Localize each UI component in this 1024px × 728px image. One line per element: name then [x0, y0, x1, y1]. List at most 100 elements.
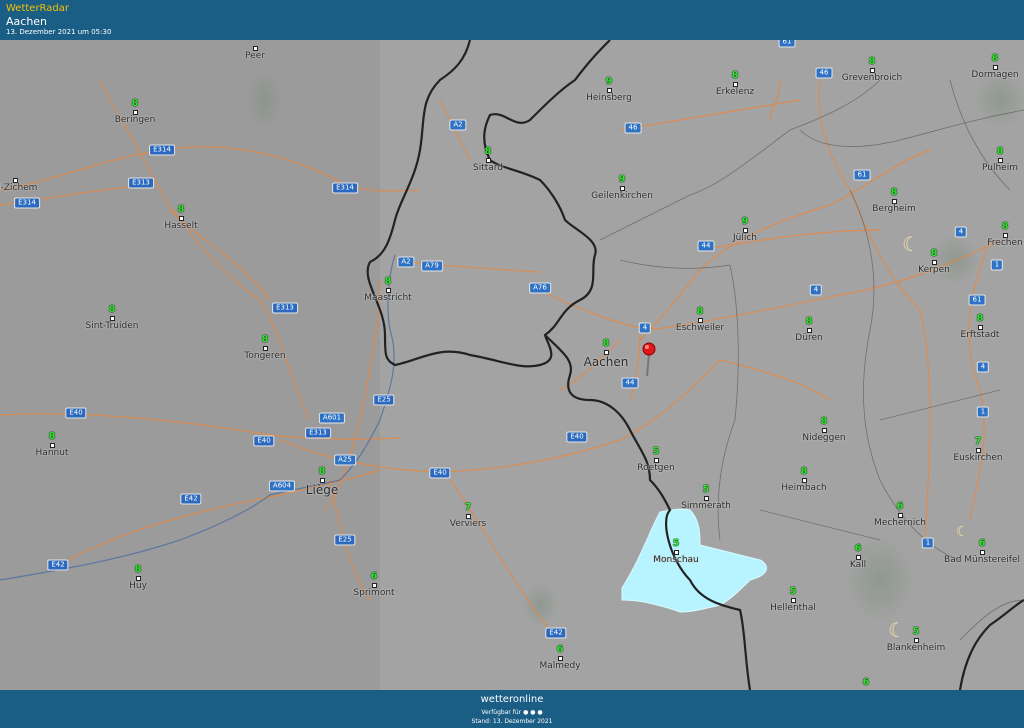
city-label[interactable]: Jülich — [733, 233, 757, 243]
city-label[interactable]: Düren — [795, 333, 822, 343]
temperature-label: 8 — [976, 313, 984, 324]
city-label[interactable]: Sittard — [473, 163, 503, 173]
road-shield: 1 — [990, 259, 1004, 271]
city-label[interactable]: Grevenbroich — [842, 73, 902, 83]
city-label[interactable]: Hellenthal — [770, 603, 816, 613]
location-pin-icon[interactable] — [642, 342, 658, 378]
moon-icon: ☾ — [956, 524, 969, 540]
temperature-label: 5 — [789, 586, 797, 597]
temperature-label: 7 — [464, 502, 472, 513]
road-shield: 1 — [921, 537, 935, 549]
city-label[interactable]: Sprimont — [353, 588, 394, 598]
temperature-label: 8 — [696, 306, 704, 317]
road-shield: 61 — [778, 40, 796, 48]
road-shield: 46 — [815, 67, 833, 79]
temperature-label: 8 — [890, 187, 898, 198]
temperature-label: 8 — [131, 98, 139, 109]
city-label[interactable]: Maastricht — [364, 293, 411, 303]
city-label[interactable]: Roetgen — [637, 463, 674, 473]
moon-icon: ☾ — [902, 232, 920, 256]
road-shield: 1 — [976, 406, 990, 418]
road-shield: E25 — [373, 394, 395, 406]
temperature-label: 8 — [800, 466, 808, 477]
road-shield: E313 — [305, 427, 331, 439]
city-label[interactable]: Hannut — [36, 448, 69, 458]
road-shield: 44 — [697, 240, 715, 252]
city-label[interactable]: Erftstadt — [961, 330, 1000, 340]
temperature-label: 8 — [996, 146, 1004, 157]
road-shield: 61 — [853, 169, 871, 181]
city-label[interactable]: el-Zichem — [0, 183, 37, 193]
temperature-label: 8 — [602, 338, 610, 349]
city-label[interactable]: Malmedy — [539, 661, 580, 671]
city-label[interactable]: Kerpen — [918, 265, 950, 275]
road-shield: A604 — [268, 480, 296, 492]
city-label[interactable]: Heimbach — [781, 483, 826, 493]
city-label[interactable]: Mechernich — [874, 518, 926, 528]
road-shield: E313 — [272, 302, 298, 314]
footer-bar: wetteronline Verfügbar für ● ● ● Stand: … — [0, 690, 1024, 728]
stand-text: Stand: 13. Dezember 2021 — [471, 718, 553, 725]
city-label[interactable]: Liège — [306, 483, 338, 497]
temperature-label: 5 — [912, 626, 920, 637]
city-label[interactable]: Huy — [129, 581, 147, 591]
temperature-label: 8 — [318, 466, 326, 477]
road-shield: E42 — [545, 627, 567, 639]
city-label[interactable]: Pulheim — [982, 163, 1018, 173]
road-shield: 4 — [809, 284, 823, 296]
brand-logo[interactable]: wetteronline — [0, 694, 1024, 705]
city-label[interactable]: Aachen — [584, 355, 629, 369]
city-label[interactable]: Geilenkirchen — [591, 191, 653, 201]
city-label[interactable]: Dormagen — [971, 70, 1018, 80]
temperature-label: 6 — [862, 677, 870, 688]
temperature-label: 9 — [618, 174, 626, 185]
availability-text: Verfügbar für ● ● ● — [481, 709, 543, 716]
city-label[interactable]: Sint-Truiden — [86, 321, 139, 331]
city-label[interactable]: Frechen — [987, 238, 1022, 248]
road-shield: A2 — [449, 119, 467, 131]
radar-map[interactable]: Peer 8 Beringen el-Zichem 8 Hasselt 8 Sint-Trui… — [0, 40, 1024, 690]
road-shield: E42 — [180, 493, 202, 505]
temperature-label: 8 — [134, 564, 142, 575]
temperature-label: 8 — [1001, 221, 1009, 232]
temperature-label: 6 — [556, 644, 564, 655]
road-shield: A25 — [334, 454, 356, 466]
road-shield: 4 — [638, 322, 652, 334]
temperature-label: 5 — [702, 484, 710, 495]
city-label[interactable]: Hasselt — [164, 221, 197, 231]
road-shield: E314 — [14, 197, 40, 209]
city-label[interactable]: Simmerath — [681, 501, 731, 511]
header-bar: WetterRadar Aachen 13. Dezember 2021 um … — [0, 0, 1024, 40]
road-shield: 44 — [621, 377, 639, 389]
road-shield: A79 — [421, 260, 443, 272]
temperature-label: 6 — [370, 571, 378, 582]
road-shield: E313 — [128, 177, 154, 189]
city-label[interactable]: Euskirchen — [953, 453, 1002, 463]
city-label[interactable]: Erkelenz — [716, 87, 754, 97]
city-label[interactable]: Verviers — [450, 519, 486, 529]
temperature-label: 9 — [605, 76, 613, 87]
city-label[interactable]: Kall — [850, 560, 866, 570]
temperature-label: 8 — [261, 334, 269, 345]
city-label[interactable]: Bergheim — [872, 204, 915, 214]
temperature-label: 8 — [868, 56, 876, 67]
city-label[interactable]: Beringen — [115, 115, 156, 125]
temperature-label: 5 — [672, 538, 680, 549]
temperature-label: 8 — [384, 276, 392, 287]
city-label[interactable]: Eschweiler — [676, 323, 724, 333]
road-shield: E40 — [253, 435, 275, 447]
city-label[interactable]: Peer — [245, 51, 265, 61]
city-label[interactable]: Nideggen — [802, 433, 845, 443]
city-label[interactable]: Tongeren — [244, 351, 285, 361]
city-label[interactable]: Heinsberg — [586, 93, 632, 103]
road-shield: A601 — [318, 412, 346, 424]
temperature-label: 8 — [48, 431, 56, 442]
city-label[interactable]: Monschau — [653, 555, 699, 565]
city-label[interactable]: Bad Münstereifel — [944, 555, 1020, 565]
city-label[interactable]: Blankenheim — [887, 643, 946, 653]
temperature-label: 9 — [741, 216, 749, 227]
road-shield: 46 — [624, 122, 642, 134]
temperature-label: 8 — [108, 304, 116, 315]
location-title: Aachen — [6, 15, 48, 28]
temperature-label: 8 — [484, 146, 492, 157]
